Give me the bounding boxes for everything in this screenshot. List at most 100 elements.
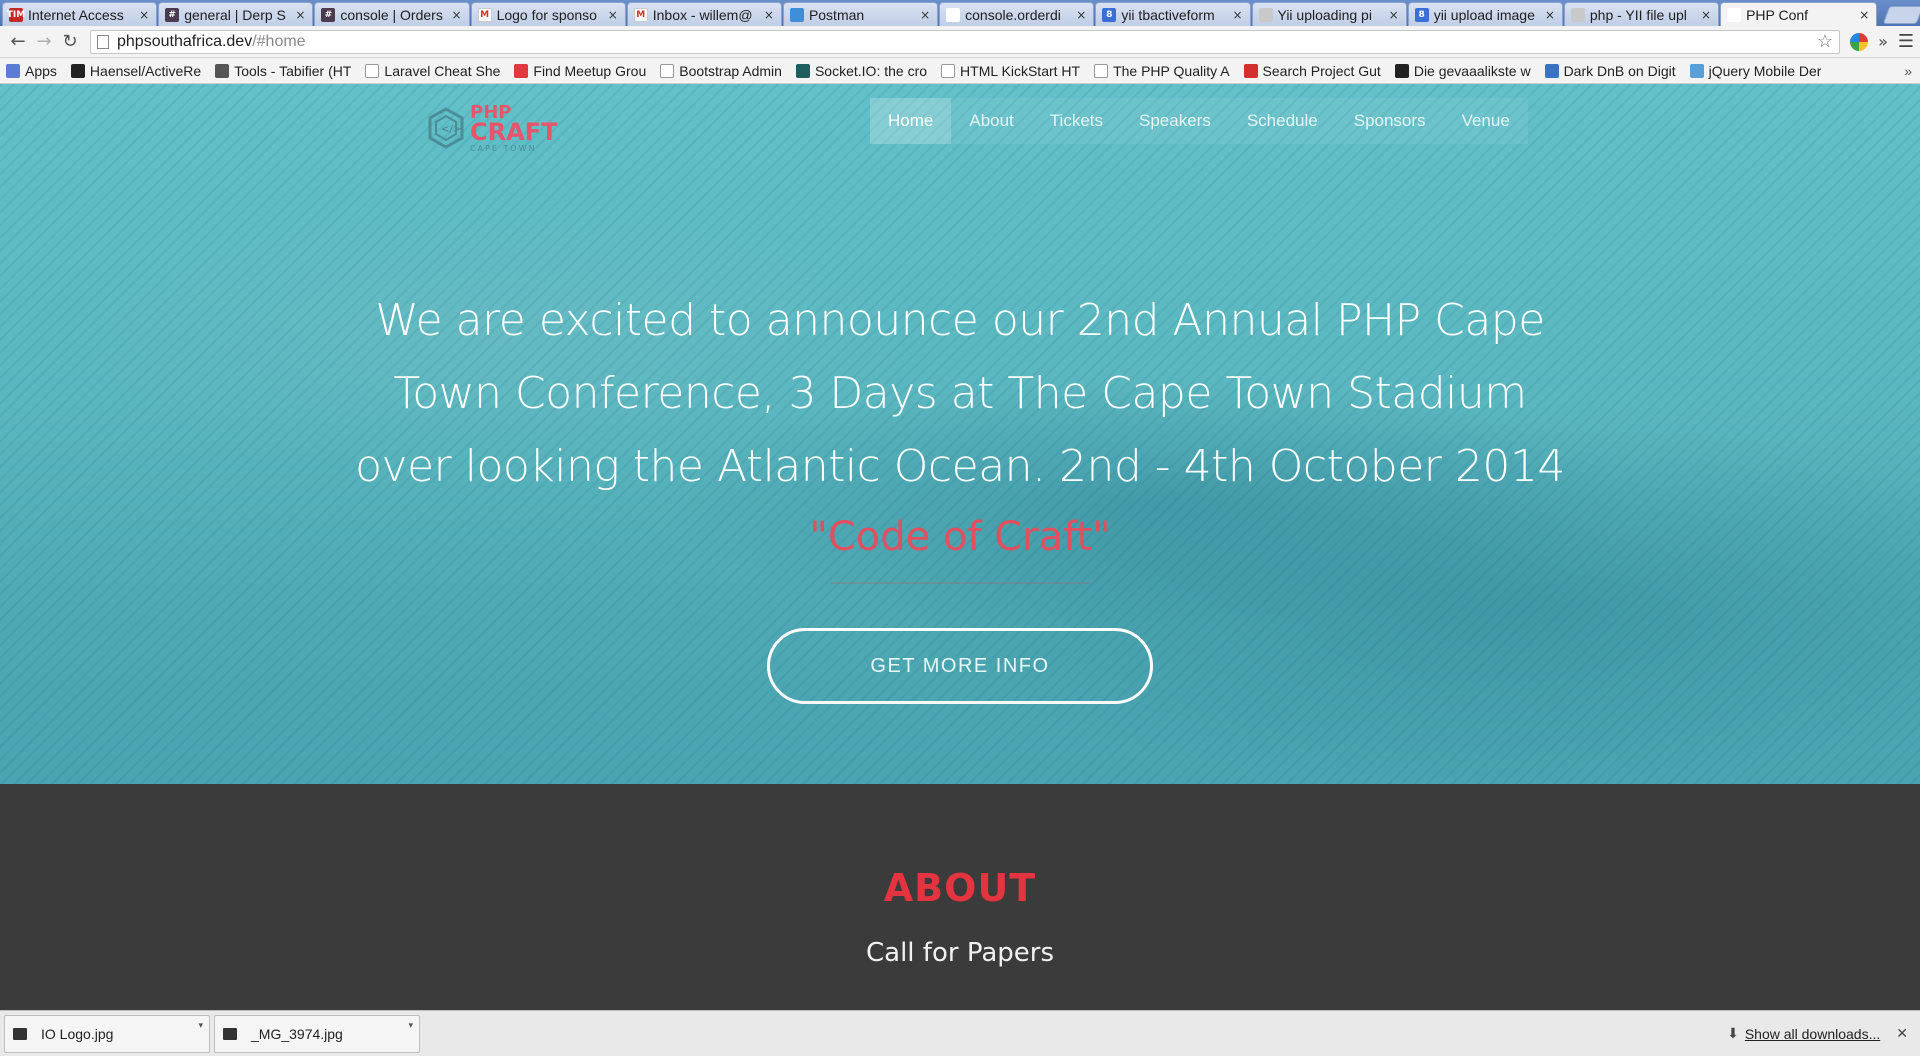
site-logo[interactable]: </> PHP CRAFT CAPE TOWN <box>424 100 564 156</box>
download-menu-caret-icon[interactable]: ▾ <box>198 1020 203 1031</box>
image-file-icon <box>223 1027 237 1040</box>
bookmark-label: HTML KickStart HT <box>960 62 1081 79</box>
show-all-downloads[interactable]: ⬇ Show all downloads... <box>1727 1025 1880 1042</box>
bookmark-item[interactable]: HTML KickStart HT <box>941 63 1080 79</box>
download-shelf: IO Logo.jpg ▾ _MG_3974.jpg ▾ ⬇ Show all … <box>0 1010 1920 1056</box>
browser-tab[interactable]: 8 yii upload image × <box>1407 2 1563 26</box>
bookmark-label: Haensel/ActiveRe <box>89 62 202 79</box>
bookmark-item[interactable]: Tools - Tabifier (HT <box>215 63 351 79</box>
bookmark-favicon-icon <box>1544 63 1559 78</box>
bookmark-favicon-icon <box>660 63 675 78</box>
about-section: ABOUT Call for Papers <box>0 784 1920 1010</box>
tab-close-icon[interactable]: × <box>1544 8 1556 22</box>
get-more-info-button[interactable]: GET MORE INFO <box>767 628 1153 704</box>
browser-tab[interactable]: # console | Orders × <box>314 2 470 26</box>
bookmark-label: jQuery Mobile Der <box>1708 62 1822 79</box>
bookmark-label: The PHP Quality A <box>1113 62 1230 79</box>
tab-title: general | Derp S <box>184 6 286 23</box>
logo-line2: CRAFT <box>470 117 558 146</box>
tab-favicon-icon <box>946 7 961 22</box>
close-shelf-icon[interactable]: ✕ <box>1896 1025 1908 1042</box>
tab-title: yii upload image <box>1433 6 1535 23</box>
bookmark-item[interactable]: Laravel Cheat She <box>365 63 500 79</box>
bookmark-item[interactable]: Apps <box>6 63 57 79</box>
tab-title: php - YII file upl <box>1589 6 1687 23</box>
browser-tab[interactable]: PHP Conf × <box>1720 2 1878 26</box>
bookmark-favicon-icon <box>215 63 230 78</box>
browser-tab[interactable]: TIM Internet Access × <box>2 2 158 26</box>
tab-close-icon[interactable]: × <box>451 8 463 22</box>
browser-tab[interactable]: Postman × <box>782 2 939 26</box>
bookmark-label: Bootstrap Admin <box>679 62 782 79</box>
bookmarks-overflow-icon[interactable]: » <box>1904 63 1912 79</box>
browser-tab[interactable]: M Logo for sponso × <box>470 2 626 26</box>
bookmark-item[interactable]: Find Meetup Grou <box>514 63 646 79</box>
nav-item-sponsors[interactable]: Sponsors <box>1336 98 1444 144</box>
tab-close-icon[interactable]: × <box>1700 8 1712 22</box>
hero-headline: We are excited to announce our 2nd Annua… <box>355 295 1565 492</box>
bookmark-label: Laravel Cheat She <box>384 62 501 79</box>
download-menu-caret-icon[interactable]: ▾ <box>408 1020 413 1031</box>
bookmark-item[interactable]: The PHP Quality A <box>1094 62 1230 79</box>
tab-close-icon[interactable]: × <box>1858 8 1870 22</box>
nav-item-speakers[interactable]: Speakers <box>1121 98 1229 144</box>
tab-close-icon[interactable]: × <box>763 8 775 22</box>
bookmark-item[interactable]: Dark DnB on Digit <box>1544 63 1676 79</box>
browser-tab[interactable]: M Inbox - willem@ × <box>626 2 782 26</box>
reload-icon[interactable]: ↻ <box>58 30 82 54</box>
browser-tab[interactable]: 8 yii tbactiveform × <box>1095 2 1251 26</box>
tab-favicon-icon: M <box>477 7 492 22</box>
bookmark-item[interactable]: Socket.IO: the cro <box>795 63 927 79</box>
download-item[interactable]: _MG_3974.jpg ▾ <box>214 1014 420 1053</box>
bookmark-item[interactable]: Bootstrap Admin <box>660 63 782 79</box>
back-arrow-icon[interactable]: ← <box>6 30 30 54</box>
browser-tab[interactable]: console.orderdi × <box>939 2 1095 26</box>
bookmark-label: Tools - Tabifier (HT <box>234 62 352 79</box>
tab-title: PHP Conf <box>1746 6 1809 23</box>
about-title: ABOUT <box>883 866 1037 910</box>
tab-close-icon[interactable]: × <box>1388 8 1400 22</box>
tab-title: console | Orders <box>340 6 443 23</box>
new-tab-button[interactable] <box>1882 6 1920 24</box>
forward-arrow-icon[interactable]: → <box>32 30 56 54</box>
hero-tagline: "Code of Craft" <box>809 514 1111 560</box>
nav-item-home[interactable]: Home <box>870 98 952 144</box>
svg-text:</>: </> <box>441 124 461 135</box>
browser-tab[interactable]: php - YII file upl × <box>1563 2 1720 26</box>
tab-title: Logo for sponso <box>496 6 597 23</box>
browser-tab[interactable]: Yii uploading pi × <box>1251 2 1407 26</box>
page-icon <box>97 34 109 49</box>
extensions-overflow-icon[interactable]: » <box>1878 32 1888 51</box>
bookmark-item[interactable]: jQuery Mobile Der <box>1689 62 1822 79</box>
extension-color-icon[interactable] <box>1850 32 1869 51</box>
nav-item-schedule[interactable]: Schedule <box>1229 98 1336 144</box>
tab-close-icon[interactable]: × <box>138 8 150 22</box>
browser-tab[interactable]: # general | Derp S × <box>158 2 314 26</box>
tab-title: Inbox - willem@ <box>652 6 753 23</box>
address-bar[interactable]: phpsouthafrica.dev /#home ☆ <box>90 29 1841 54</box>
bookmark-label: Search Project Gut <box>1262 62 1381 79</box>
nav-item-about[interactable]: About <box>951 98 1031 144</box>
logo-gear-icon: </> <box>428 107 464 149</box>
bookmark-label: Find Meetup Grou <box>533 62 647 79</box>
show-all-downloads-link[interactable]: Show all downloads... <box>1745 1026 1880 1042</box>
tab-favicon-icon <box>1727 7 1742 22</box>
nav-item-tickets[interactable]: Tickets <box>1032 98 1121 144</box>
tagline-divider <box>830 582 1090 584</box>
download-item[interactable]: IO Logo.jpg ▾ <box>4 1014 210 1053</box>
download-arrow-icon: ⬇ <box>1727 1025 1739 1041</box>
hamburger-menu-icon[interactable]: ☰ <box>1898 31 1914 52</box>
bookmark-star-icon[interactable]: ☆ <box>1817 31 1833 52</box>
tab-close-icon[interactable]: × <box>919 8 931 22</box>
bookmark-favicon-icon <box>365 63 380 78</box>
bookmark-item[interactable]: Haensel/ActiveRe <box>70 62 202 79</box>
bookmark-item[interactable]: Die gevaaalikste w <box>1394 63 1531 79</box>
tab-close-icon[interactable]: × <box>607 8 619 22</box>
tab-close-icon[interactable]: × <box>294 8 306 22</box>
tab-close-icon[interactable]: × <box>1232 8 1244 22</box>
bookmark-item[interactable]: Search Project Gut <box>1243 62 1381 79</box>
hero-section: </> PHP CRAFT CAPE TOWN Home About Tickets… <box>0 84 1920 784</box>
tab-close-icon[interactable]: × <box>1075 8 1087 22</box>
nav-item-venue[interactable]: Venue <box>1444 98 1528 144</box>
browser-tabstrip: TIM Internet Access × # general | Derp S × # co… <box>0 0 1920 26</box>
